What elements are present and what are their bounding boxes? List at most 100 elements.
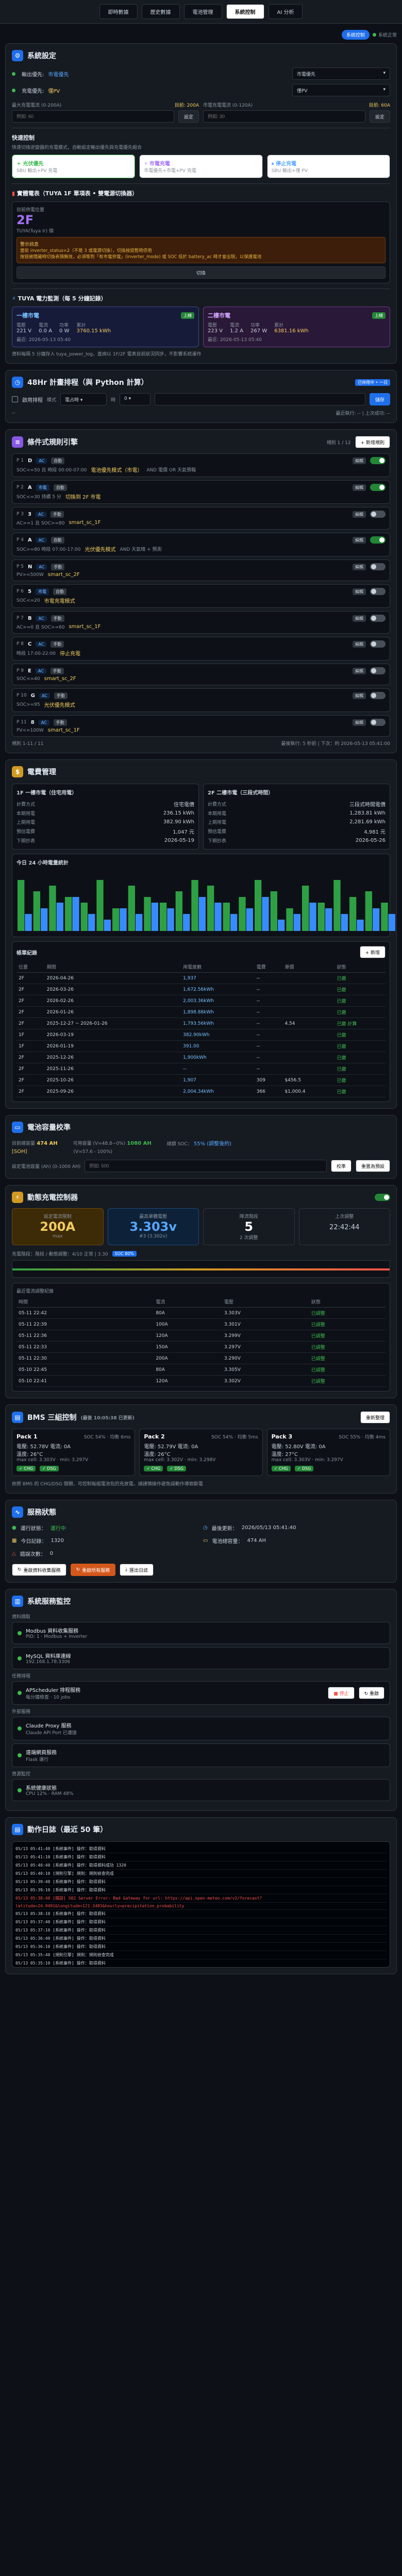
enable-checkbox[interactable] [12, 396, 18, 402]
bms-pack: Pack 1 SOC 54% · 均衡 6ms 電壓: 52.78V 電流: 0A… [12, 1429, 136, 1476]
end-input[interactable] [155, 393, 365, 405]
chg-toggle[interactable]: ✓ CHG [16, 1466, 36, 1471]
table-row: 05-10 22:41 120A 3.302V 已調整 [16, 1375, 386, 1387]
tab-history[interactable]: 歷史數據 [141, 4, 180, 19]
edit-rule-button[interactable]: 編輯 [353, 511, 366, 518]
meter-switch-button[interactable]: 切換 [16, 266, 386, 279]
calibrate-button[interactable]: 校準 [330, 1160, 351, 1172]
rule-toggle[interactable] [370, 719, 386, 726]
mode-select[interactable]: 電占時 ▾ [60, 393, 107, 405]
stop-service-button[interactable]: ■ 停止 [328, 1687, 355, 1699]
start-input[interactable]: 0 ▾ [120, 393, 151, 405]
dsg-toggle[interactable]: ✓ DSG [167, 1466, 187, 1471]
rule-row[interactable]: P 5 N AC 手動 編輯 PV>=500W smart_sc_2F [12, 560, 390, 581]
edit-rule-button[interactable]: 編輯 [353, 640, 366, 648]
rule-condition: SOC<=50 且 時段 00:00-07:00 [16, 468, 87, 473]
add-rule-button[interactable]: + 新增規則 [355, 436, 390, 448]
set-ac-current-button[interactable]: 設定 [369, 110, 390, 123]
rule-row[interactable]: P 6 5 市電 自動 編輯 SOC<=20 市電充電模式 [12, 584, 390, 608]
edit-rule-button[interactable]: 編輯 [353, 536, 366, 544]
output-priority-select[interactable]: 市電優先 ▾ [292, 67, 390, 80]
rule-row[interactable]: P 7 B AC 手動 編輯 AC>=0 且 SOC>=60 smart_sc_… [12, 611, 390, 634]
output-priority-label: 輸出優先: [22, 72, 44, 78]
max-current-input[interactable] [12, 110, 174, 123]
rule-toggle[interactable] [370, 484, 386, 491]
ac-current-input[interactable] [203, 110, 365, 123]
tab-realtime[interactable]: 即時數據 [99, 4, 138, 19]
mode-label: 模式 [47, 397, 57, 403]
rule-toggle[interactable] [370, 511, 386, 518]
export-log-button[interactable]: ⤓ 匯出日誌 [120, 1564, 154, 1576]
tab-ai[interactable]: AI 分析 [268, 4, 303, 19]
service-item: Claude Proxy 服務 Claude API Port 已連接 [12, 1717, 390, 1740]
chg-toggle[interactable]: ✓ CHG [144, 1466, 163, 1471]
rule-toggle[interactable] [370, 588, 386, 595]
charger-toggle[interactable] [375, 1194, 390, 1201]
set-max-current-button[interactable]: 設定 [178, 110, 199, 123]
charge-priority-label: 充電優先: [22, 88, 44, 94]
add-bill-button[interactable]: + 新增 [359, 946, 386, 958]
rule-condition: SOC>=95 [16, 702, 40, 707]
chart-bar [72, 897, 79, 931]
edit-rule-button[interactable]: 編輯 [353, 719, 366, 726]
rule-toggle[interactable] [370, 667, 386, 674]
bms-refresh-button[interactable]: 重新整理 [360, 1411, 390, 1423]
section-title: 電費管理 [27, 768, 56, 776]
table-header: 電壓 [222, 1296, 309, 1308]
dsg-toggle[interactable]: ✓ DSG [294, 1466, 314, 1471]
server-icon: ▥ [12, 1596, 23, 1607]
rule-action: 切換到 2F 市電 [65, 495, 101, 500]
rule-toggle[interactable] [370, 640, 386, 648]
bill-row: 預估電費 4,981 元 [208, 829, 386, 835]
edit-rule-button[interactable]: 編輯 [353, 588, 366, 595]
quick-ac-button[interactable]: ⚡ 市電充電 市電優先+市電+PV 充電 [139, 155, 263, 178]
rule-row[interactable]: P 10 G AC 手動 編輯 SOC>=95 光伏優先模式 [12, 688, 390, 712]
total-capacity: 474 AH [37, 1141, 58, 1146]
edit-rule-button[interactable]: 編輯 [353, 692, 366, 699]
restart-all-button[interactable]: ↻ 重啟所有服務 [70, 1564, 116, 1576]
rule-toggle[interactable] [370, 457, 386, 464]
tab-control[interactable]: 系統控制 [226, 4, 264, 19]
restart-collector-button[interactable]: ↻ 重啟資料收集服務 [12, 1564, 66, 1576]
rule-toggle[interactable] [370, 563, 386, 570]
capacity-input[interactable] [85, 1160, 327, 1172]
reset-capacity-button[interactable]: 重置為預設 [355, 1160, 390, 1172]
bill-2f-box: 2F 二樓市電（三段式時間） 計費方式 三段式時間電價 本期用電 1,283.81 k… [203, 784, 390, 850]
rule-priority: P 3 [16, 512, 24, 517]
edit-rule-button[interactable]: 編輯 [353, 457, 366, 464]
quick-pv-button[interactable]: ☀ 光伏優先 SBU 輸出+PV 充電 [12, 155, 136, 178]
refresh-icon: ↻ [18, 1567, 22, 1572]
log-line: latitude=24.9491&longitude=121.3481&hour… [15, 1903, 387, 1910]
rule-action: smart_sc_2F [44, 676, 76, 682]
edit-rule-button[interactable]: 編輯 [353, 563, 366, 570]
rule-toggle[interactable] [370, 536, 386, 544]
service-item: MySQL 資料庫連線 192.168.1.78:3306 [12, 1647, 390, 1669]
bill-row: 上期用電 2,281.69 kWh [208, 819, 386, 825]
edit-rule-button[interactable]: 編輯 [353, 615, 366, 622]
rule-row[interactable]: P 2 A 市電 自動 編輯 SOC<=30 持續 5 分 切換到 2F 市電 [12, 480, 390, 504]
capacity-input-label: 設定電池容量 (Ah) (0-1000 AH) [12, 1164, 81, 1170]
rule-row[interactable]: P 11 8 AC 手動 編輯 PV<=100W smart_sc_1F [12, 715, 390, 737]
rule-row[interactable]: P 3 3 AC 手動 編輯 AC>=1 且 SOC>=80 smart_sc_… [12, 507, 390, 530]
chg-toggle[interactable]: ✓ CHG [271, 1466, 291, 1471]
chart-bar [381, 903, 388, 931]
restart-service-button[interactable]: ↻ 重啟 [358, 1687, 384, 1699]
rule-toggle[interactable] [370, 692, 386, 699]
rule-row[interactable]: P 8 C AC 手動 編輯 時段 17:00-22:00 停止充電 [12, 637, 390, 660]
rule-toggle[interactable] [370, 615, 386, 622]
save-schedule-button[interactable]: 儲存 [369, 393, 390, 405]
quick-stop-button[interactable]: ⏸ 停止充電 SBU 輸出+僅 PV [266, 155, 390, 178]
dsg-toggle[interactable]: ✓ DSG [40, 1466, 59, 1471]
tab-battery[interactable]: 電池管理 [183, 4, 222, 19]
rule-row[interactable]: P 4 A AC 自動 編輯 SOC>=80 時段 07:00-17:00 光伏… [12, 533, 390, 556]
table-row: 05-11 22:42 80A 3.303V 已調整 [16, 1307, 386, 1319]
bill-history-box: 帳單紀錄 + 新增 位置 期間 用電度數 電費 單價 狀態 2F 2026-04-26 1,937… [12, 941, 390, 1102]
rule-state: 自動 [53, 484, 67, 491]
rule-row[interactable]: P 9 E AC 手動 編輯 SOC<=40 smart_sc_2F [12, 664, 390, 685]
charge-priority-select[interactable]: 僅PV ▾ [292, 84, 390, 96]
service-group-title: 資料擷取 [12, 1615, 31, 1620]
rule-row[interactable]: P 1 D AC 自動 編輯 SOC<=50 且 時段 00:00-07:00 … [12, 453, 390, 477]
clock-icon: ◷ [12, 377, 23, 388]
edit-rule-button[interactable]: 編輯 [353, 484, 366, 491]
edit-rule-button[interactable]: 編輯 [353, 667, 366, 674]
